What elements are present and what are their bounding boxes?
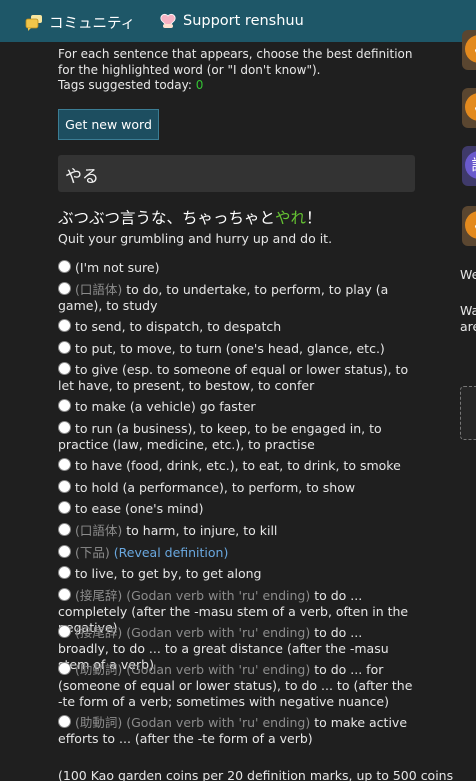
option-radio[interactable] bbox=[58, 566, 71, 579]
instructions-text: For each sentence that appears, choose t… bbox=[58, 47, 413, 77]
nav-community[interactable]: コミュニティ bbox=[25, 12, 135, 33]
get-new-word-button[interactable]: Get new word bbox=[58, 109, 159, 140]
definition-option[interactable]: to live, to get by, to get along bbox=[58, 566, 415, 582]
option-text: to send, to dispatch, to despatch bbox=[75, 319, 282, 334]
option-radio[interactable] bbox=[58, 480, 71, 493]
option-radio[interactable] bbox=[58, 501, 71, 514]
top-navigation-bar: コミュニティ Support renshuu bbox=[0, 0, 476, 42]
sidebar-text-wa: Wa bbox=[460, 303, 476, 318]
option-radio[interactable] bbox=[58, 458, 71, 471]
sidebar-icon-4[interactable]: ✓ bbox=[462, 206, 476, 246]
definition-option[interactable]: to run (a business), to keep, to be enga… bbox=[58, 421, 415, 453]
nav-community-label: コミュニティ bbox=[49, 16, 136, 32]
option-tag: (接尾辞) (Godan verb with 'ru' ending) bbox=[75, 588, 311, 603]
option-radio[interactable] bbox=[58, 362, 71, 375]
option-text: to give (esp. to someone of equal or low… bbox=[58, 362, 409, 393]
option-radio[interactable] bbox=[58, 545, 71, 558]
definition-option[interactable]: to have (food, drink, etc.), to eat, to … bbox=[58, 458, 415, 474]
definition-option[interactable]: to put, to move, to turn (one's head, gl… bbox=[58, 341, 415, 357]
option-tag: (口語体) bbox=[75, 282, 123, 297]
option-tag: (助動詞) (Godan verb with 'ru' ending) bbox=[75, 662, 311, 677]
option-radio[interactable] bbox=[58, 282, 71, 295]
option-text: (I'm not sure) bbox=[75, 260, 160, 275]
option-tag: (助動詞) (Godan verb with 'ru' ending) bbox=[75, 715, 311, 730]
chat-bubbles-icon bbox=[25, 14, 43, 31]
option-text: to make (a vehicle) go faster bbox=[75, 399, 256, 414]
option-radio[interactable] bbox=[58, 421, 71, 434]
coins-note: (100 Kao garden coins per 20 definition … bbox=[58, 768, 454, 781]
sidebar-badge-icon: ✓ bbox=[465, 93, 476, 121]
sidebar-icon-1[interactable]: ✓ bbox=[462, 30, 476, 70]
sidebar-text-we: We bbox=[460, 267, 476, 282]
target-word-box: やる bbox=[58, 155, 415, 192]
option-radio[interactable] bbox=[58, 523, 71, 536]
option-radio[interactable] bbox=[58, 260, 71, 273]
example-sentence-japanese: ぶつぶつ言うな、ちゃっちゃとやれ！ bbox=[58, 206, 322, 228]
definition-option[interactable]: to send, to dispatch, to despatch bbox=[58, 319, 415, 335]
option-radio[interactable] bbox=[58, 341, 71, 354]
option-text: to put, to move, to turn (one's head, gl… bbox=[75, 341, 385, 356]
option-radio[interactable] bbox=[58, 319, 71, 332]
option-text: to have (food, drink, etc.), to eat, to … bbox=[75, 458, 401, 473]
option-tag: (口語体) bbox=[75, 523, 123, 538]
option-text: to harm, to injure, to kill bbox=[126, 523, 278, 538]
tags-suggested-count: 0 bbox=[195, 78, 204, 92]
sidebar-text-are: are bbox=[460, 319, 476, 334]
definition-option[interactable]: (下品) (Reveal definition) bbox=[58, 545, 415, 561]
definition-option[interactable]: (助動詞) (Godan verb with 'ru' ending) to d… bbox=[58, 662, 415, 710]
option-radio[interactable] bbox=[58, 625, 71, 638]
heart-hand-icon bbox=[159, 12, 177, 29]
sidebar-badge-icon: ✓ bbox=[465, 211, 476, 239]
option-text: to live, to get by, to get along bbox=[75, 566, 262, 581]
tags-suggested-label: Tags suggested today: bbox=[58, 78, 192, 92]
definition-option[interactable]: (口語体) to harm, to injure, to kill bbox=[58, 523, 415, 539]
sentence-highlighted-word: やれ bbox=[275, 209, 307, 227]
nav-support-label: Support renshuu bbox=[183, 12, 304, 29]
definition-option[interactable]: to hold (a performance), to perform, to … bbox=[58, 480, 415, 496]
instructions: For each sentence that appears, choose t… bbox=[58, 47, 415, 94]
definition-option[interactable]: (I'm not sure) bbox=[58, 260, 415, 276]
option-radio[interactable] bbox=[58, 399, 71, 412]
option-tag: (接尾辞) (Godan verb with 'ru' ending) bbox=[75, 625, 311, 640]
option-radio[interactable] bbox=[58, 662, 71, 675]
definition-option[interactable]: to make (a vehicle) go faster bbox=[58, 399, 415, 415]
sidebar-icon-2[interactable]: ✓ bbox=[462, 88, 476, 128]
reveal-definition-link[interactable]: (Reveal definition) bbox=[114, 545, 229, 560]
option-text: to run (a business), to keep, to be enga… bbox=[58, 421, 382, 452]
option-text: to ease (one's mind) bbox=[75, 501, 204, 516]
option-radio[interactable] bbox=[58, 588, 71, 601]
option-tag: (下品) bbox=[75, 545, 110, 560]
definition-option[interactable]: to ease (one's mind) bbox=[58, 501, 415, 517]
option-text: to hold (a performance), to perform, to … bbox=[75, 480, 356, 495]
sidebar-reading-icon: 読 bbox=[465, 151, 476, 179]
definition-option[interactable]: (助動詞) (Godan verb with 'ru' ending) to m… bbox=[58, 715, 415, 747]
sidebar-badge-icon: ✓ bbox=[465, 35, 476, 63]
definition-option[interactable]: (口語体) to do, to undertake, to perform, t… bbox=[58, 282, 415, 314]
nav-support-renshuu[interactable]: Support renshuu bbox=[159, 12, 304, 29]
example-sentence-translation: Quit your grumbling and hurry up and do … bbox=[58, 231, 333, 246]
sentence-before: ぶつぶつ言うな、ちゃっちゃと bbox=[58, 209, 276, 227]
definition-option[interactable]: to give (esp. to someone of equal or low… bbox=[58, 362, 415, 394]
sentence-after: ！ bbox=[306, 209, 322, 227]
sidebar-dashed-box[interactable] bbox=[460, 386, 476, 440]
option-radio[interactable] bbox=[58, 715, 71, 728]
sidebar-icon-3[interactable]: 読 bbox=[462, 146, 476, 186]
